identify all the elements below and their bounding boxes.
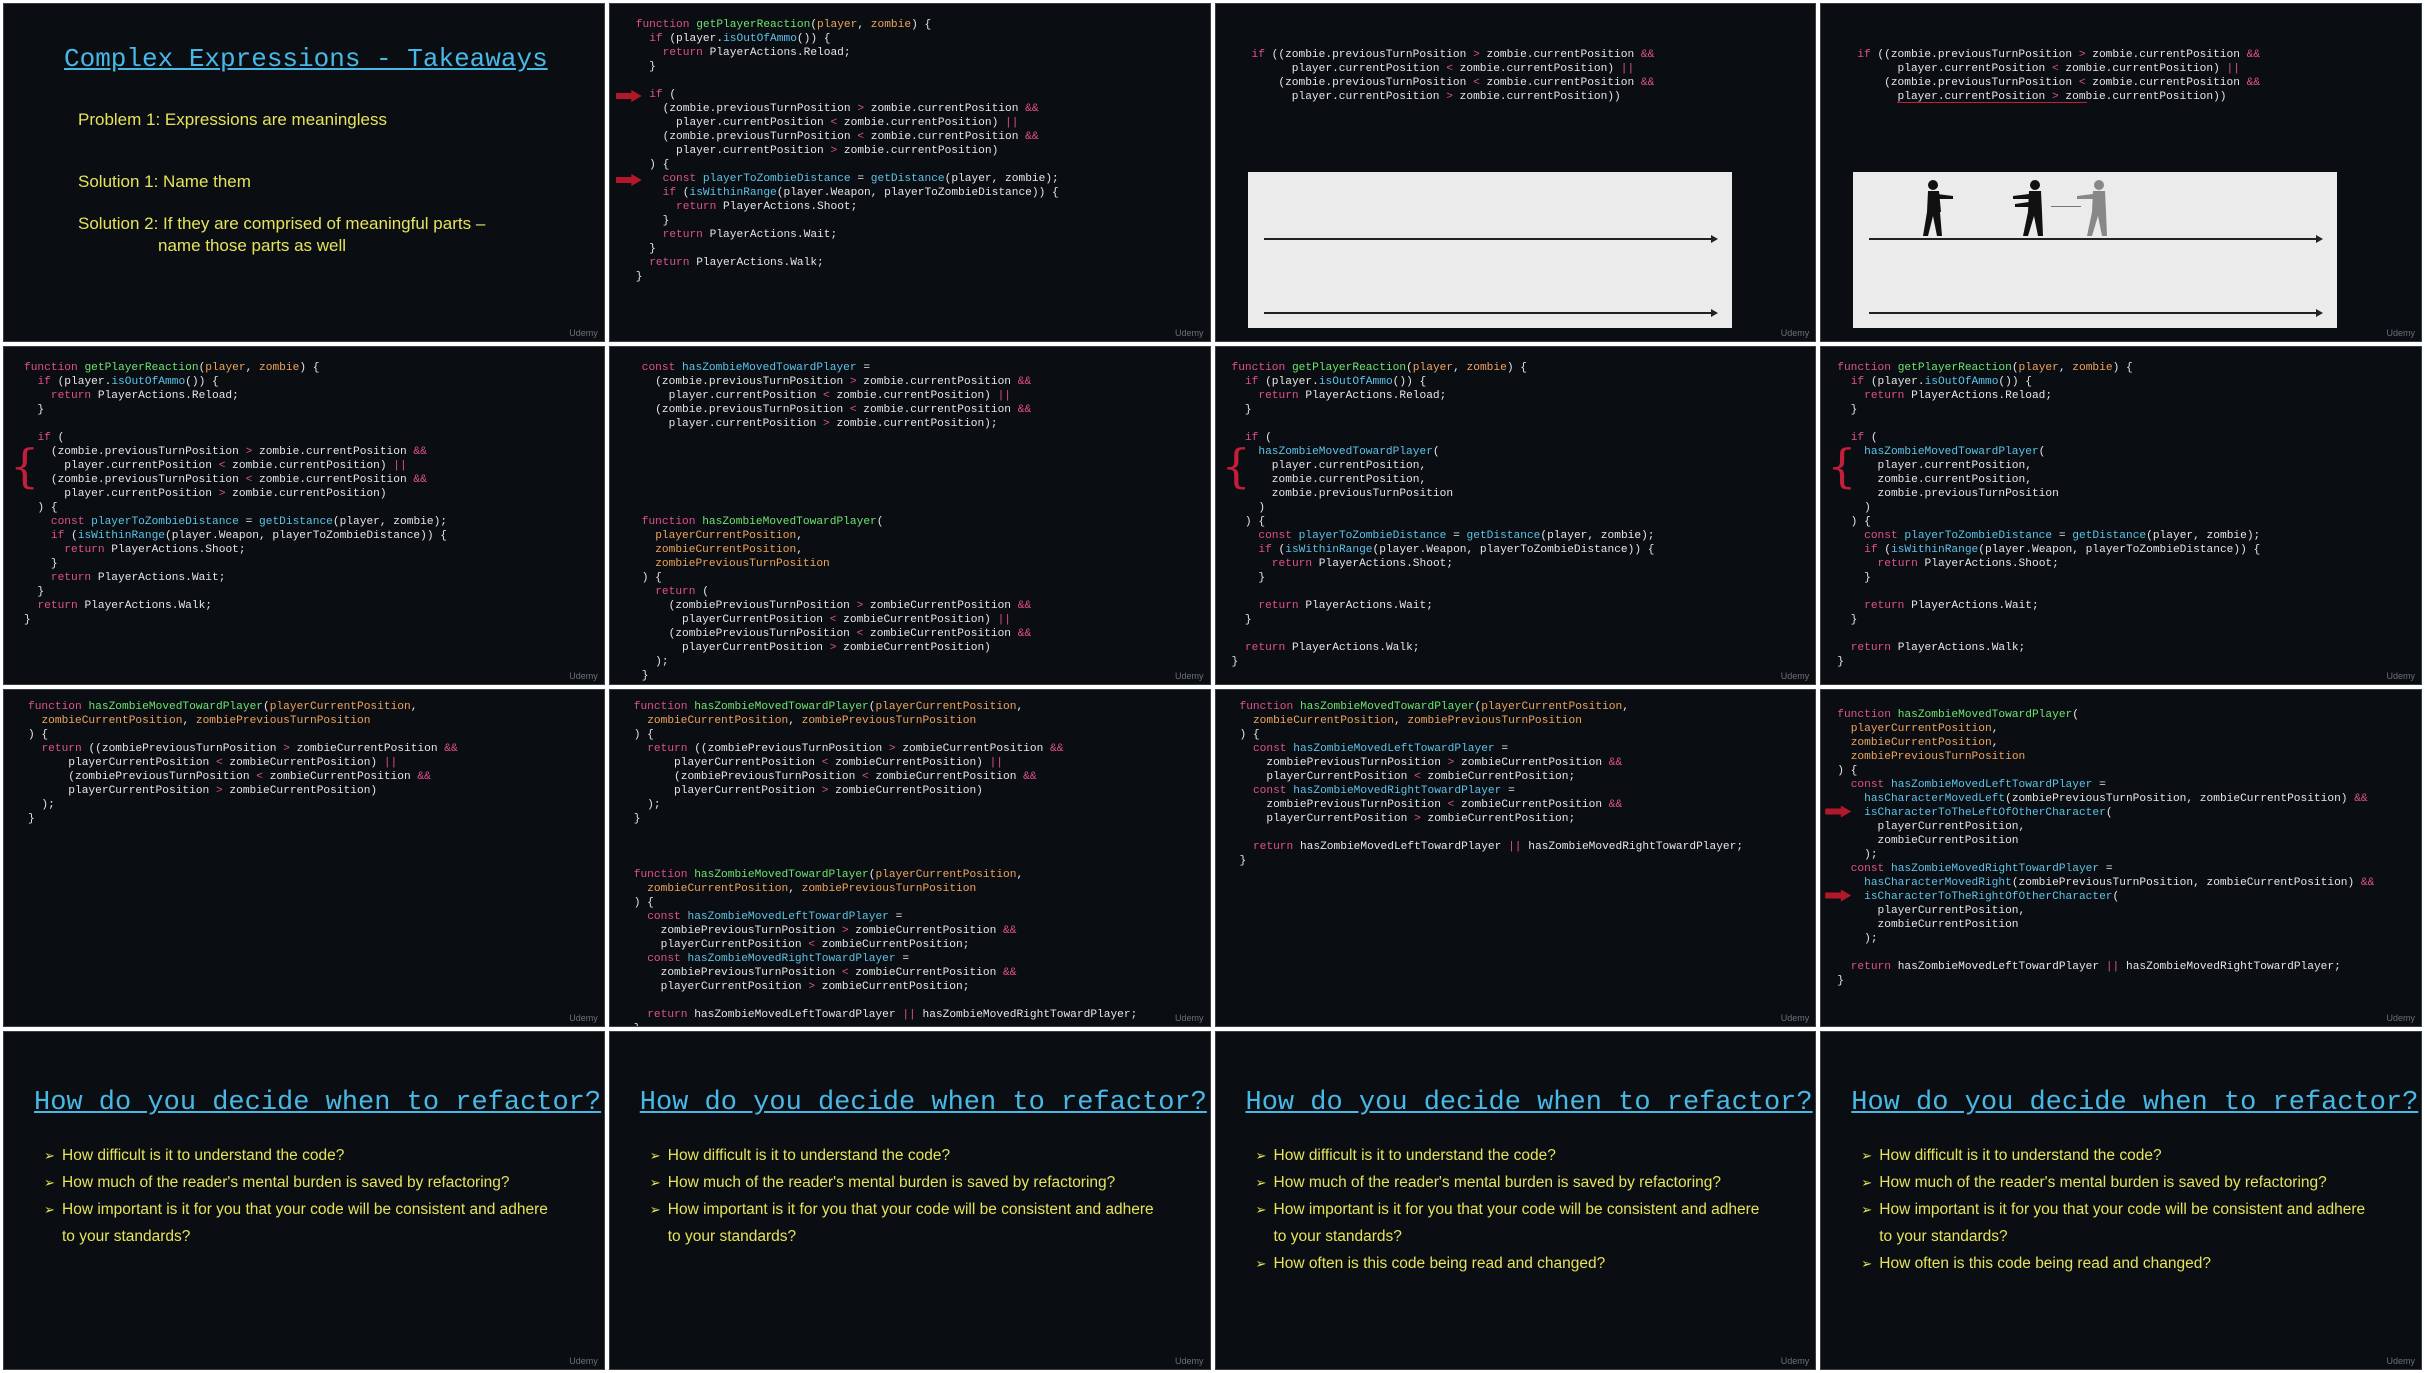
udemy-watermark: Udemy <box>1174 327 1204 338</box>
slide-code-refactored-call-2[interactable]: { function getPlayerReaction(player, zom… <box>1821 346 2421 684</box>
slide-code-helper-functions[interactable]: function hasZombieMovedTowardPlayer( pla… <box>1821 689 2421 1027</box>
bullet-text: How much of the reader's mental burden i… <box>667 1174 1116 1192</box>
code-block: const hasZombieMovedTowardPlayer = (zomb… <box>641 361 1032 682</box>
code-block: function hasZombieMovedTowardPlayer( pla… <box>1837 708 2375 987</box>
bullet-text: How important is it for you that your co… <box>62 1201 548 1246</box>
list-item: How much of the reader's mental burden i… <box>44 1169 564 1196</box>
code-block: function getPlayerReaction(player, zombi… <box>635 19 1059 283</box>
code-block: function hasZombieMovedTowardPlayer(play… <box>633 700 1138 1027</box>
list-item: How difficult is it to understand the co… <box>1861 1142 2381 1169</box>
question-list: How difficult is it to understand the co… <box>650 1142 1170 1250</box>
list-item: How important is it for you that your co… <box>1256 1196 1776 1250</box>
udemy-watermark: Udemy <box>1174 1356 1204 1366</box>
list-item: How important is it for you that your co… <box>44 1196 564 1250</box>
list-item: How difficult is it to understand the co… <box>1256 1142 1776 1169</box>
problem-text: Problem 1: Expressions are meaningless <box>78 110 387 129</box>
udemy-watermark: Udemy <box>569 670 598 681</box>
bullet-text: How difficult is it to understand the co… <box>1879 1147 2162 1165</box>
code-block: function hasZombieMovedTowardPlayer(play… <box>1239 700 1744 867</box>
solution2-text: Solution 2: If they are comprised of mea… <box>78 214 486 233</box>
udemy-watermark: Udemy <box>2386 327 2415 338</box>
bullet-text: How important is it for you that your co… <box>667 1201 1154 1246</box>
list-item: How much of the reader's mental burden i… <box>1861 1169 2381 1196</box>
position-axis-top <box>1263 235 1718 243</box>
udemy-watermark: Udemy <box>569 1356 598 1366</box>
slide-code-left-right[interactable]: function hasZombieMovedTowardPlayer(play… <box>1215 689 1816 1027</box>
udemy-watermark: Udemy <box>1780 1013 1810 1024</box>
slide-code-refactored-call[interactable]: { function getPlayerReaction(player, zom… <box>1215 346 1816 684</box>
position-axis-bottom <box>1869 309 2324 317</box>
slide-code-brace-marked[interactable]: { function getPlayerReaction(player, zom… <box>4 346 604 684</box>
slide-title: How do you decide when to refactor? <box>34 1088 602 1119</box>
udemy-watermark: Udemy <box>569 1013 598 1024</box>
solution1-text: Solution 1: Name them <box>78 172 251 191</box>
list-item: How often is this code being read and ch… <box>1256 1250 1776 1277</box>
bullet-text: How much of the reader's mental burden i… <box>62 1174 510 1192</box>
movement-arrow <box>2051 206 2082 207</box>
list-item: How difficult is it to understand the co… <box>650 1142 1170 1169</box>
udemy-watermark: Udemy <box>1780 1356 1810 1366</box>
slide-refactor-questions-1[interactable]: How do you decide when to refactor? How … <box>4 1032 604 1369</box>
list-item: How often is this code being read and ch… <box>1861 1250 2381 1277</box>
list-item: How difficult is it to understand the co… <box>44 1142 564 1169</box>
slide-title: How do you decide when to refactor? <box>1245 1088 1813 1119</box>
slide-code-get-player-reaction-arrows[interactable]: function getPlayerReaction(player, zombi… <box>609 4 1210 341</box>
zombie-ghost-silhouette-icon <box>2077 180 2108 236</box>
udemy-watermark: Udemy <box>1780 327 1810 338</box>
question-list: How difficult is it to understand the co… <box>1256 1142 1776 1277</box>
slide-refactor-questions-3[interactable]: How do you decide when to refactor? How … <box>1215 1032 1816 1369</box>
slide-refactor-questions-4[interactable]: How do you decide when to refactor? How … <box>1821 1032 2421 1369</box>
bullet-text: How often is this code being read and ch… <box>1879 1255 2212 1273</box>
udemy-watermark: Udemy <box>1780 670 1810 681</box>
bullet-text: How difficult is it to understand the co… <box>667 1147 951 1165</box>
udemy-watermark: Udemy <box>1174 1013 1204 1024</box>
underline-marker <box>1897 102 2088 103</box>
list-item: How much of the reader's mental burden i… <box>1256 1169 1776 1196</box>
list-item: How important is it for you that your co… <box>650 1196 1170 1250</box>
code-block: function getPlayerReaction(player, zombi… <box>1231 361 1655 668</box>
bullet-text: How often is this code being read and ch… <box>1273 1255 1606 1273</box>
slide-condition-canvas-empty[interactable]: if ((zombie.previousTurnPosition > zombi… <box>1215 4 1816 341</box>
slide-title: Complex Expressions - Takeaways <box>64 44 548 74</box>
code-block: function getPlayerReaction(player, zombi… <box>24 361 448 626</box>
code-block: function getPlayerReaction(player, zombi… <box>1837 361 2261 668</box>
code-block: function hasZombieMovedTowardPlayer(play… <box>28 700 458 825</box>
slide-title: How do you decide when to refactor? <box>639 1088 1207 1119</box>
slide-code-function-split[interactable]: function hasZombieMovedTowardPlayer(play… <box>609 689 1210 1027</box>
question-list: How difficult is it to understand the co… <box>44 1142 564 1250</box>
bullet-text: How much of the reader's mental burden i… <box>1879 1174 2327 1192</box>
code-block: if ((zombie.previousTurnPosition > zombi… <box>1857 49 2261 103</box>
list-item: How much of the reader's mental burden i… <box>650 1169 1170 1196</box>
slide-title: How do you decide when to refactor? <box>1851 1088 2419 1119</box>
slide-grid: Complex Expressions - Takeaways Problem … <box>4 4 2421 1369</box>
illustration-canvas <box>1853 172 2338 328</box>
slide-takeaways[interactable]: Complex Expressions - Takeaways Problem … <box>4 4 604 341</box>
udemy-watermark: Udemy <box>2386 1356 2415 1366</box>
illustration-canvas <box>1247 172 1732 328</box>
position-axis-bottom <box>1263 309 1718 317</box>
question-list: How difficult is it to understand the co… <box>1861 1142 2381 1277</box>
code-block: if ((zombie.previousTurnPosition > zombi… <box>1251 49 1655 103</box>
zombie-silhouette-icon <box>2013 180 2044 236</box>
slide-condition-canvas-figures[interactable]: if ((zombie.previousTurnPosition > zombi… <box>1821 4 2421 341</box>
udemy-watermark: Udemy <box>2386 670 2415 681</box>
udemy-watermark: Udemy <box>569 327 598 338</box>
bullet-text: How important is it for you that your co… <box>1273 1201 1760 1246</box>
position-axis-top <box>1869 235 2324 243</box>
slide-refactor-questions-2[interactable]: How do you decide when to refactor? How … <box>609 1032 1210 1369</box>
slide-code-has-zombie-moved[interactable]: const hasZombieMovedTowardPlayer = (zomb… <box>609 346 1210 684</box>
list-item: How important is it for you that your co… <box>1861 1196 2381 1250</box>
udemy-watermark: Udemy <box>2386 1013 2415 1024</box>
bullet-text: How much of the reader's mental burden i… <box>1273 1174 1722 1192</box>
bullet-text: How important is it for you that your co… <box>1879 1201 2366 1246</box>
solution2-text-cont: name those parts as well <box>158 236 347 255</box>
bullet-text: How difficult is it to understand the co… <box>62 1147 345 1165</box>
bullet-text: How difficult is it to understand the co… <box>1273 1147 1556 1165</box>
player-silhouette-icon <box>1923 180 1954 236</box>
udemy-watermark: Udemy <box>1174 670 1204 681</box>
slide-code-function-has-zombie[interactable]: function hasZombieMovedTowardPlayer(play… <box>4 689 604 1027</box>
